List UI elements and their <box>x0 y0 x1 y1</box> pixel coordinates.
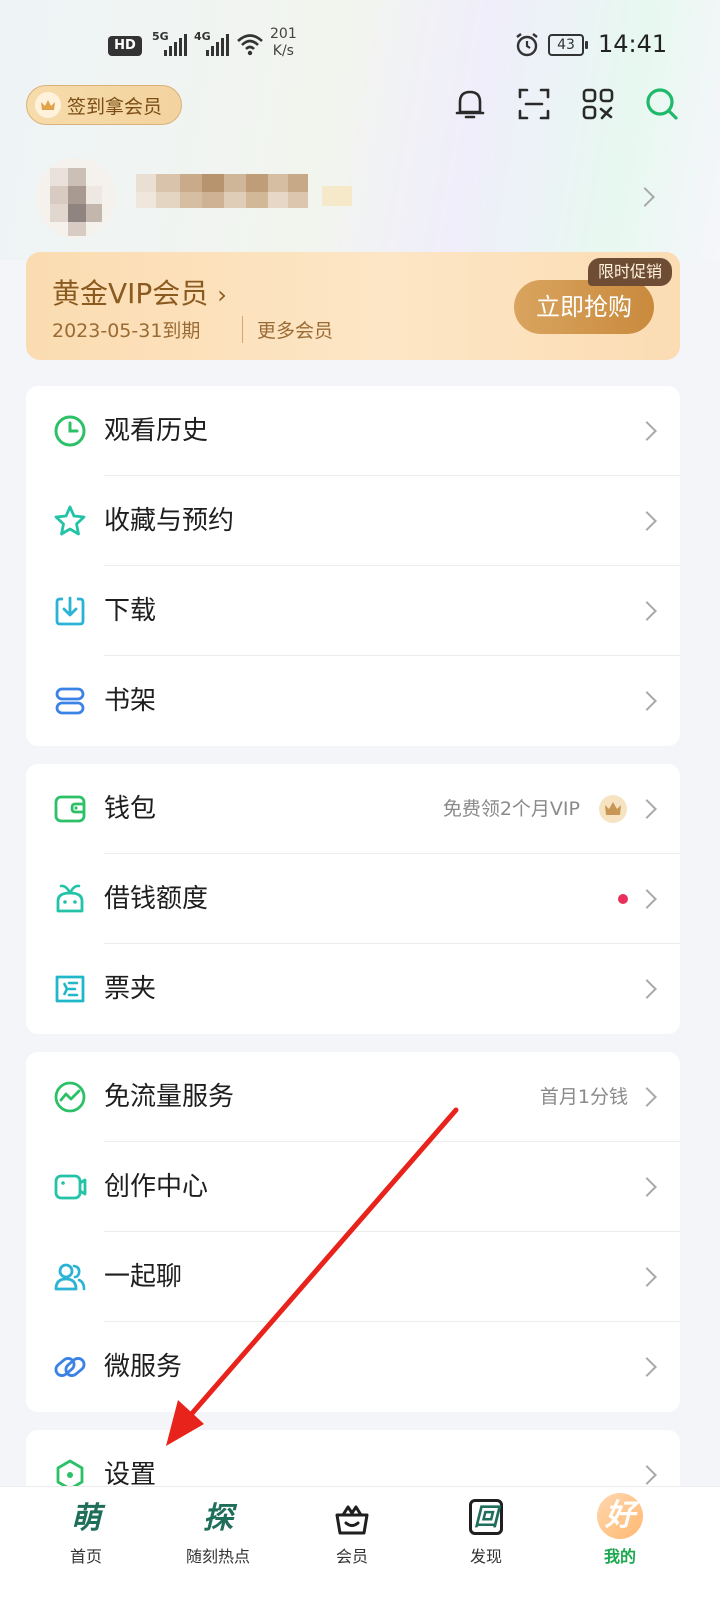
menu-item-label: 微服务 <box>104 1352 183 1382</box>
status-bar: HD 5G 4G 201 K/s 43 14:41 <box>0 26 720 64</box>
menu-item-chat-together[interactable]: 一起聊 <box>26 1232 680 1322</box>
clock-icon <box>54 415 86 447</box>
signal-5g-icon <box>164 34 187 56</box>
checkin-label: 签到拿会员 <box>67 95 163 118</box>
tab-vip[interactable]: 会员 <box>292 1487 412 1600</box>
more-vip-link[interactable]: 更多会员 <box>242 316 333 343</box>
menu-item-label: 票夹 <box>104 974 157 1004</box>
wallet-icon <box>54 795 86 823</box>
explore-tab-icon: 探 <box>203 1501 233 1536</box>
wifi-icon <box>237 34 263 56</box>
menu-item-free-data[interactable]: 免流量服务 首月1分钱 <box>26 1052 680 1142</box>
vip-title[interactable]: 黄金VIP会员 › <box>52 272 227 312</box>
chevron-right-icon <box>637 1357 657 1377</box>
checkin-vip-button[interactable]: 签到拿会员 <box>26 85 182 125</box>
bookshelf-icon <box>55 687 85 715</box>
menu-item-favorites[interactable]: 收藏与预约 <box>26 476 680 566</box>
buy-now-button[interactable]: 立即抢购 <box>514 280 654 334</box>
tab-label: 会员 <box>335 1547 368 1566</box>
download-icon <box>55 596 85 626</box>
chevron-right-icon <box>637 421 657 441</box>
chevron-right-icon <box>637 799 657 819</box>
vip-crown-icon <box>599 795 627 823</box>
menu-item-wallet[interactable]: 钱包 免费领2个月VIP <box>26 764 680 854</box>
menu-item-label: 钱包 <box>104 794 157 824</box>
scan-icon[interactable] <box>516 86 552 122</box>
discover-tab-icon: 回 <box>469 1499 503 1535</box>
ticket-icon <box>55 975 85 1003</box>
avatar[interactable] <box>36 158 116 238</box>
tab-label: 首页 <box>69 1547 102 1566</box>
alarm-icon <box>516 33 538 57</box>
network-speed: 201 K/s <box>270 26 297 59</box>
tab-hot-topics[interactable]: 探 随刻热点 <box>158 1487 278 1600</box>
clock-time: 14:41 <box>598 30 668 58</box>
menu-item-label: 书架 <box>104 686 157 716</box>
tab-label: 随刻热点 <box>185 1547 250 1566</box>
chevron-right-icon <box>637 979 657 999</box>
menu-item-watch-history[interactable]: 观看历史 <box>26 386 680 476</box>
menu-item-micro-services[interactable]: 微服务 <box>26 1322 680 1412</box>
tab-home[interactable]: 萌 首页 <box>26 1487 146 1600</box>
signal-4g-icon <box>206 34 229 56</box>
tab-label: 我的 <box>603 1547 636 1566</box>
menu-item-label: 下载 <box>104 596 157 626</box>
chevron-right-icon <box>637 691 657 711</box>
data-free-icon <box>54 1081 86 1113</box>
notification-dot <box>618 894 628 904</box>
chevron-right-icon <box>637 1177 657 1197</box>
chevron-right-icon <box>637 511 657 531</box>
vip-basket-icon <box>335 1505 369 1535</box>
menu-item-loan[interactable]: 借钱额度 <box>26 854 680 944</box>
vip-card[interactable]: 黄金VIP会员 › 2023-05-31到期 更多会员 立即抢购 限时促销 <box>26 252 680 360</box>
tab-mine[interactable]: 好 我的 <box>560 1487 680 1600</box>
chevron-right-icon <box>637 1465 657 1485</box>
chevron-right-icon <box>637 1087 657 1107</box>
link-icon <box>54 1357 86 1377</box>
tab-discover[interactable]: 回 发现 <box>426 1487 546 1600</box>
wallet-promo-text: 免费领2个月VIP <box>442 798 580 820</box>
menu-item-label: 免流量服务 <box>104 1082 235 1112</box>
home-tab-icon: 萌 <box>71 1501 101 1536</box>
menu-item-creator-center[interactable]: 创作中心 <box>26 1142 680 1232</box>
hd-badge: HD <box>108 36 142 56</box>
menu-item-label: 一起聊 <box>104 1262 183 1292</box>
menu-item-label: 创作中心 <box>104 1172 209 1202</box>
loan-icon <box>56 884 84 913</box>
bottom-tab-bar: 萌 首页 探 随刻热点 会员 回 发现 好 我的 <box>0 1486 720 1600</box>
menu-item-ticket-wallet[interactable]: 票夹 <box>26 944 680 1034</box>
menu-item-label: 观看历史 <box>104 416 209 446</box>
qrcode-icon[interactable] <box>580 86 616 122</box>
chevron-right-icon <box>637 1267 657 1287</box>
chevron-right-icon <box>637 889 657 909</box>
bell-icon[interactable] <box>452 86 488 122</box>
username-blurred <box>136 174 352 208</box>
star-icon <box>54 505 86 536</box>
menu-card-media: 观看历史 收藏与预约 下载 书架 <box>26 386 680 746</box>
free-data-promo-text: 首月1分钱 <box>539 1086 628 1108</box>
people-icon <box>54 1263 86 1291</box>
menu-item-label: 借钱额度 <box>104 884 209 914</box>
menu-card-finance: 钱包 免费领2个月VIP 借钱额度 票夹 <box>26 764 680 1034</box>
vip-expiry: 2023-05-31到期 <box>52 320 201 342</box>
mine-tab-icon: 好 <box>597 1493 643 1539</box>
promo-badge: 限时促销 <box>587 258 672 286</box>
camera-icon <box>54 1174 87 1200</box>
chevron-right-icon <box>637 601 657 621</box>
battery-icon: 43 <box>548 34 588 56</box>
menu-item-download[interactable]: 下载 <box>26 566 680 656</box>
menu-item-label: 收藏与预约 <box>104 506 235 536</box>
tab-label: 发现 <box>469 1547 502 1566</box>
menu-card-services: 免流量服务 首月1分钱 创作中心 一起聊 微服务 <box>26 1052 680 1412</box>
search-icon[interactable] <box>644 86 680 122</box>
menu-item-bookshelf[interactable]: 书架 <box>26 656 680 746</box>
crown-icon <box>35 92 61 118</box>
